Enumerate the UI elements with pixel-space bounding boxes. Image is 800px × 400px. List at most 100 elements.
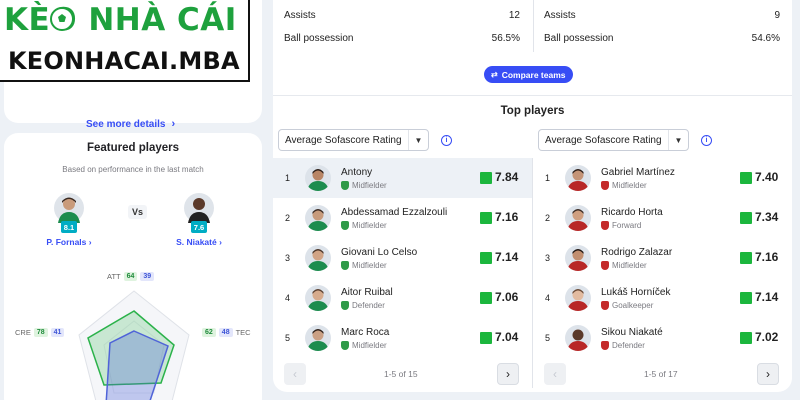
rating-color-icon [740, 212, 752, 224]
player-name: Gabriel Martínez [601, 167, 675, 178]
versus-label: Vs [128, 205, 148, 219]
logo-line-1: KÈO NHÀ CÁI [4, 2, 237, 38]
list-item[interactable]: 3 Giovani Lo Celso Midfielder 7.14 [273, 238, 532, 278]
stat-row-possession-home: Ball possession 56.5% [284, 33, 520, 44]
player-photo-icon [567, 249, 589, 271]
list-item[interactable]: 5 Marc Roca Midfielder 7.04 [273, 318, 532, 358]
rating-color-icon [480, 332, 492, 344]
list-item[interactable]: 1 Gabriel Martínez Midfielder 7.40 [533, 158, 792, 198]
player-rating: 7.16 [755, 250, 779, 264]
list-item[interactable]: 5 Sikou Niakaté Defender 7.02 [533, 318, 792, 358]
radar-value-away: 48 [218, 328, 233, 337]
home-stat-dropdown[interactable]: Average Sofascore Rating ▼ [278, 129, 429, 151]
prev-page-button[interactable]: ‹ [284, 363, 306, 385]
stat-value: 54.6% [751, 33, 780, 44]
player-rating: 7.16 [495, 210, 519, 224]
rating-color-icon [480, 212, 492, 224]
player-name: Rodrigo Zalazar [601, 247, 673, 258]
compare-teams-button[interactable]: ⇄ Compare teams [484, 66, 574, 83]
rating-badge: 7.6 [191, 221, 207, 233]
pagination-info: 1-5 of 15 [384, 369, 418, 379]
info-icon[interactable]: i [441, 135, 452, 146]
list-item[interactable]: 2 Ricardo Horta Forward 7.34 [533, 198, 792, 238]
position-label: Midfielder [352, 341, 387, 350]
list-item[interactable]: 4 Lukáš Horníček Goalkeeper 7.14 [533, 278, 792, 318]
avatar [305, 205, 331, 231]
player-position: Midfielder [341, 341, 387, 350]
stat-value: 9 [774, 10, 780, 21]
avatar [565, 165, 591, 191]
pagination-info: 1-5 of 17 [644, 369, 678, 379]
away-stat-dropdown[interactable]: Average Sofascore Rating ▼ [538, 129, 689, 151]
position-label: Midfielder [612, 181, 647, 190]
stat-label: Ball possession [544, 33, 614, 44]
stat-row-assists-home: Assists 12 [284, 10, 520, 21]
caret-down-icon: ▼ [408, 130, 428, 150]
club-badge-icon [601, 221, 609, 230]
player-photo-icon [307, 249, 329, 271]
radar-label-tec: 62 48 TEC [202, 328, 251, 337]
stat-value: 12 [508, 10, 520, 21]
club-badge-icon [341, 181, 349, 190]
player-rating: 7.34 [755, 210, 779, 224]
caret-down-icon: ▼ [668, 130, 688, 150]
player-rank: 5 [285, 333, 291, 343]
player-photo-icon [54, 193, 84, 223]
position-label: Defender [352, 301, 385, 310]
player-name: Sikou Niakaté [601, 327, 663, 338]
player-name: Abdessamad Ezzalzouli [341, 207, 448, 218]
player-photo-icon [307, 289, 329, 311]
featured-player-away[interactable]: 7.6 S. Niakaté › [159, 193, 239, 247]
radar-value-away: 39 [140, 272, 155, 281]
dropdown-selected-value: Average Sofascore Rating [545, 134, 662, 146]
player-photo-icon [567, 329, 589, 351]
radar-value-home: 64 [123, 272, 138, 281]
list-item[interactable]: 3 Rodrigo Zalazar Midfielder 7.16 [533, 238, 792, 278]
stat-value: 56.5% [491, 33, 520, 44]
player-name-link[interactable]: P. Fornals › [29, 237, 109, 247]
position-label: Midfielder [352, 261, 387, 270]
position-label: Midfielder [352, 221, 387, 230]
list-item[interactable]: 2 Abdessamad Ezzalzouli Midfielder 7.16 [273, 198, 532, 238]
section-divider [273, 95, 792, 96]
player-position: Midfielder [341, 261, 387, 270]
top-players-title: Top players [500, 105, 565, 117]
player-position: Defender [341, 301, 385, 310]
player-rating: 7.14 [755, 290, 779, 304]
prev-page-button[interactable]: ‹ [544, 363, 566, 385]
player-position: Midfielder [601, 181, 647, 190]
featured-player-home[interactable]: 8.1 P. Fornals › [29, 193, 109, 247]
featured-players-title: Featured players [86, 142, 180, 154]
avatar [565, 205, 591, 231]
player-photo-icon [567, 169, 589, 191]
see-more-details-link[interactable]: See more details › [86, 118, 175, 130]
soccer-ball-icon [50, 7, 74, 31]
rating-color-icon [480, 172, 492, 184]
player-name: Marc Roca [341, 327, 390, 338]
player-photo-icon [567, 209, 589, 231]
compare-arrows-icon: ⇄ [491, 70, 498, 79]
club-badge-icon [601, 301, 609, 310]
list-item[interactable]: 1 Antony Midfielder 7.84 [273, 158, 532, 198]
featured-players-subtitle: Based on performance in the last match [62, 165, 204, 174]
avatar [305, 165, 331, 191]
avatar [565, 245, 591, 271]
player-name-link[interactable]: S. Niakaté › [159, 237, 239, 247]
player-rank: 1 [545, 173, 551, 183]
logo-line-2: KEONHACAI.MBA [8, 47, 240, 75]
player-rank: 4 [545, 293, 551, 303]
player-rating: 7.84 [495, 170, 519, 184]
player-rank: 1 [285, 173, 291, 183]
rating-color-icon [740, 332, 752, 344]
next-page-button[interactable]: › [757, 363, 779, 385]
player-rating: 7.14 [495, 250, 519, 264]
player-rank: 3 [285, 253, 291, 263]
player-photo-icon [307, 169, 329, 191]
list-item[interactable]: 4 Aitor Ruibal Defender 7.06 [273, 278, 532, 318]
info-icon[interactable]: i [701, 135, 712, 146]
player-position: Midfielder [341, 181, 387, 190]
chevron-left-icon: ‹ [293, 367, 297, 381]
avatar: 7.6 [184, 193, 214, 233]
next-page-button[interactable]: › [497, 363, 519, 385]
player-position: Defender [601, 341, 645, 350]
